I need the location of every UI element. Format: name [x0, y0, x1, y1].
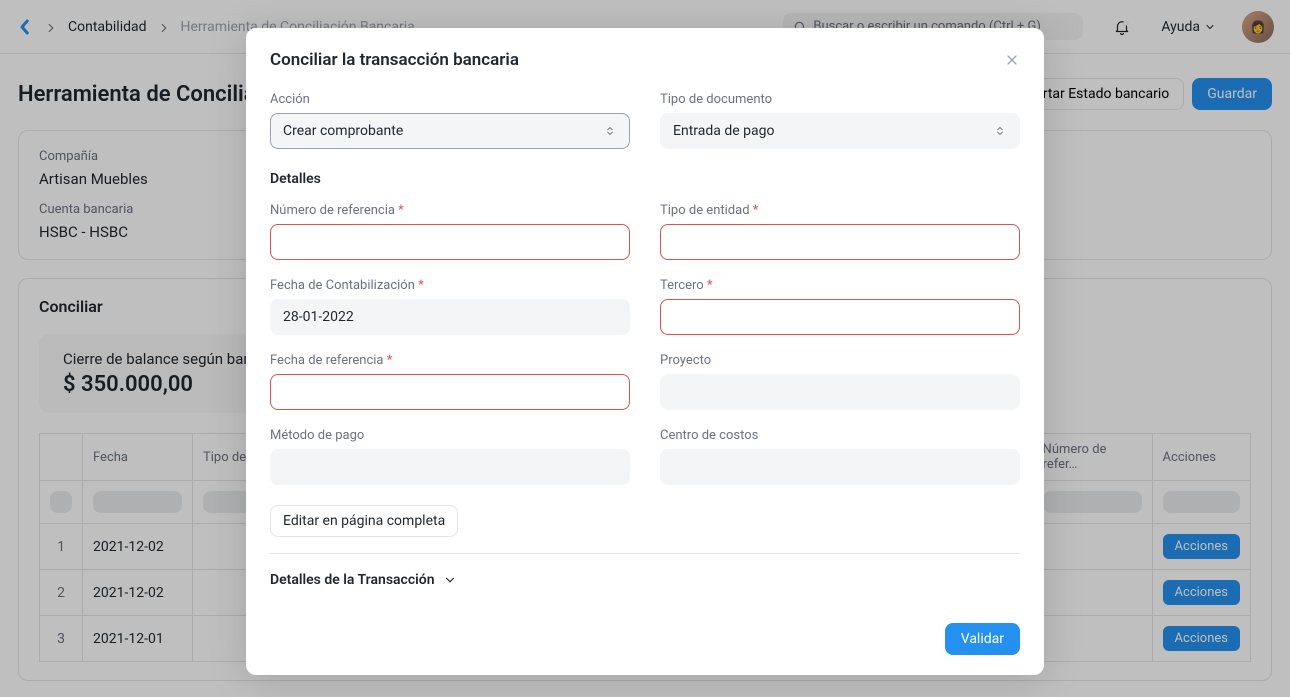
doctype-select[interactable]: Entrada de pago	[660, 113, 1020, 149]
ref-date-label: Fecha de referencia *	[270, 353, 630, 368]
project-label: Proyecto	[660, 353, 1020, 368]
transaction-details-label: Detalles de la Transacción	[270, 572, 435, 588]
ref-no-label: Número de referencia *	[270, 203, 630, 218]
chevron-down-icon	[443, 573, 457, 587]
reconcile-modal: Conciliar la transacción bancaria Acción…	[246, 28, 1044, 675]
posting-date-input[interactable]: 28-01-2022	[270, 299, 630, 335]
project-input[interactable]	[660, 374, 1020, 410]
payment-method-label: Método de pago	[270, 428, 630, 443]
select-stepper-icon	[603, 124, 617, 138]
entity-type-input[interactable]	[660, 224, 1020, 260]
doctype-label: Tipo de documento	[660, 92, 1020, 107]
action-value: Crear comprobante	[283, 123, 403, 139]
posting-date-value: 28-01-2022	[283, 309, 354, 325]
cost-center-input[interactable]	[660, 449, 1020, 485]
third-party-input[interactable]	[660, 299, 1020, 335]
doctype-value: Entrada de pago	[673, 123, 774, 139]
payment-method-input[interactable]	[270, 449, 630, 485]
select-stepper-icon	[993, 124, 1007, 138]
ref-no-input[interactable]	[270, 224, 630, 260]
cost-center-label: Centro de costos	[660, 428, 1020, 443]
edit-full-page-button[interactable]: Editar en página completa	[270, 505, 458, 537]
details-heading: Detalles	[270, 171, 1020, 187]
posting-date-label: Fecha de Contabilización *	[270, 278, 630, 293]
entity-type-label: Tipo de entidad *	[660, 203, 1020, 218]
action-select[interactable]: Crear comprobante	[270, 113, 630, 149]
close-icon[interactable]	[1004, 52, 1020, 68]
transaction-details-toggle[interactable]: Detalles de la Transacción	[270, 553, 1020, 608]
ref-date-input[interactable]	[270, 374, 630, 410]
action-label: Acción	[270, 92, 630, 107]
modal-title: Conciliar la transacción bancaria	[270, 50, 1004, 70]
third-party-label: Tercero *	[660, 278, 1020, 293]
validate-button[interactable]: Validar	[945, 623, 1020, 655]
